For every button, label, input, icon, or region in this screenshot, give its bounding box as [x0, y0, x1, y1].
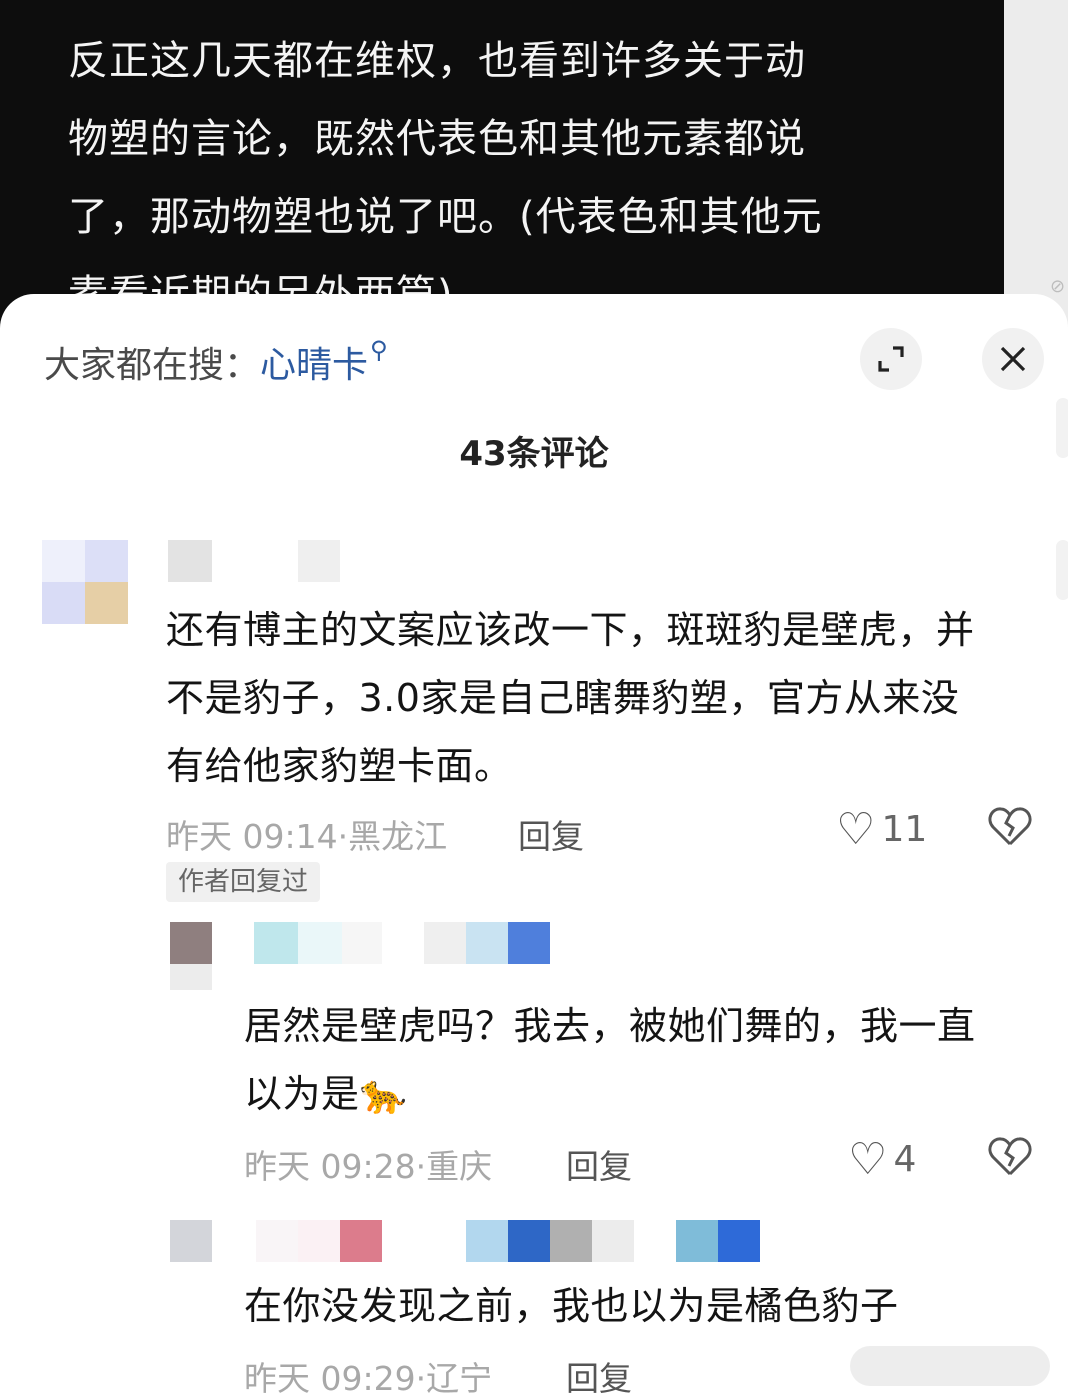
username-blurred[interactable]	[254, 922, 550, 964]
mute-icon[interactable]: ⊘	[1050, 276, 1068, 297]
comment-text: 在你没发现之前，我也以为是橘色豹子	[244, 1284, 899, 1328]
avatar[interactable]	[170, 1220, 212, 1262]
heart-icon: ♡	[836, 804, 876, 855]
close-button[interactable]	[982, 328, 1044, 390]
search-prefix: 大家都在搜：	[44, 345, 261, 386]
reply-button[interactable]: 回复	[518, 810, 584, 858]
close-icon	[1000, 346, 1026, 372]
comment-meta: 昨天 09:29·辽宁	[244, 1359, 493, 1398]
edge-handle	[1056, 540, 1068, 600]
broken-heart-icon	[988, 807, 1032, 846]
floating-bar-overlay	[850, 1346, 1050, 1386]
comment-time: 昨天 09:28	[244, 1147, 416, 1186]
comment-location: 重庆	[426, 1147, 493, 1186]
like-count: 11	[881, 809, 928, 850]
reply-button[interactable]: 回复	[566, 1352, 632, 1400]
broken-heart-icon	[988, 1137, 1032, 1176]
heart-icon: ♡	[848, 1134, 888, 1185]
search-suggestion[interactable]: 大家都在搜：心晴卡⚲	[44, 336, 388, 388]
search-icon: ⚲	[370, 336, 388, 364]
username-blurred[interactable]	[256, 1220, 760, 1262]
comment-location: 黑龙江	[348, 817, 448, 856]
comment-meta: 昨天 09:28·重庆	[244, 1147, 493, 1186]
post-background: 反正这几天都在维权，也看到许多关于动 物塑的言论，既然代表色和其他元素都说 了，…	[0, 0, 1004, 330]
like-button[interactable]: ♡ 11	[836, 804, 927, 855]
comment-time: 昨天 09:29	[244, 1359, 416, 1398]
comment-text: 还有博主的文案应该改一下，斑斑豹是壁虎，并 不是豹子，3.0家是自己瞎舞豹塑，官…	[166, 608, 975, 788]
author-replied-tag: 作者回复过	[166, 862, 321, 902]
dislike-button[interactable]	[988, 806, 1032, 856]
expand-button[interactable]	[860, 328, 922, 390]
comment-text: 居然是壁虎吗？我去，被她们舞的，我一直 以为是🐆	[244, 1004, 976, 1116]
search-keyword[interactable]: 心晴卡	[260, 345, 368, 386]
reply-button[interactable]: 回复	[566, 1140, 632, 1188]
dislike-button[interactable]	[988, 1136, 1032, 1186]
username-blurred[interactable]	[168, 540, 340, 582]
like-count: 4	[893, 1139, 917, 1180]
avatar[interactable]	[42, 540, 128, 624]
like-button[interactable]: ♡ 4	[848, 1134, 916, 1185]
comment-meta: 昨天 09:14·黑龙江	[166, 817, 448, 856]
expand-icon	[878, 346, 904, 372]
comment-time: 昨天 09:14	[166, 817, 338, 856]
comment-count: 43条评论	[459, 434, 609, 474]
avatar[interactable]	[170, 922, 212, 990]
comment-location: 辽宁	[426, 1359, 493, 1398]
post-text: 反正这几天都在维权，也看到许多关于动 物塑的言论，既然代表色和其他元素都说 了，…	[68, 38, 823, 318]
